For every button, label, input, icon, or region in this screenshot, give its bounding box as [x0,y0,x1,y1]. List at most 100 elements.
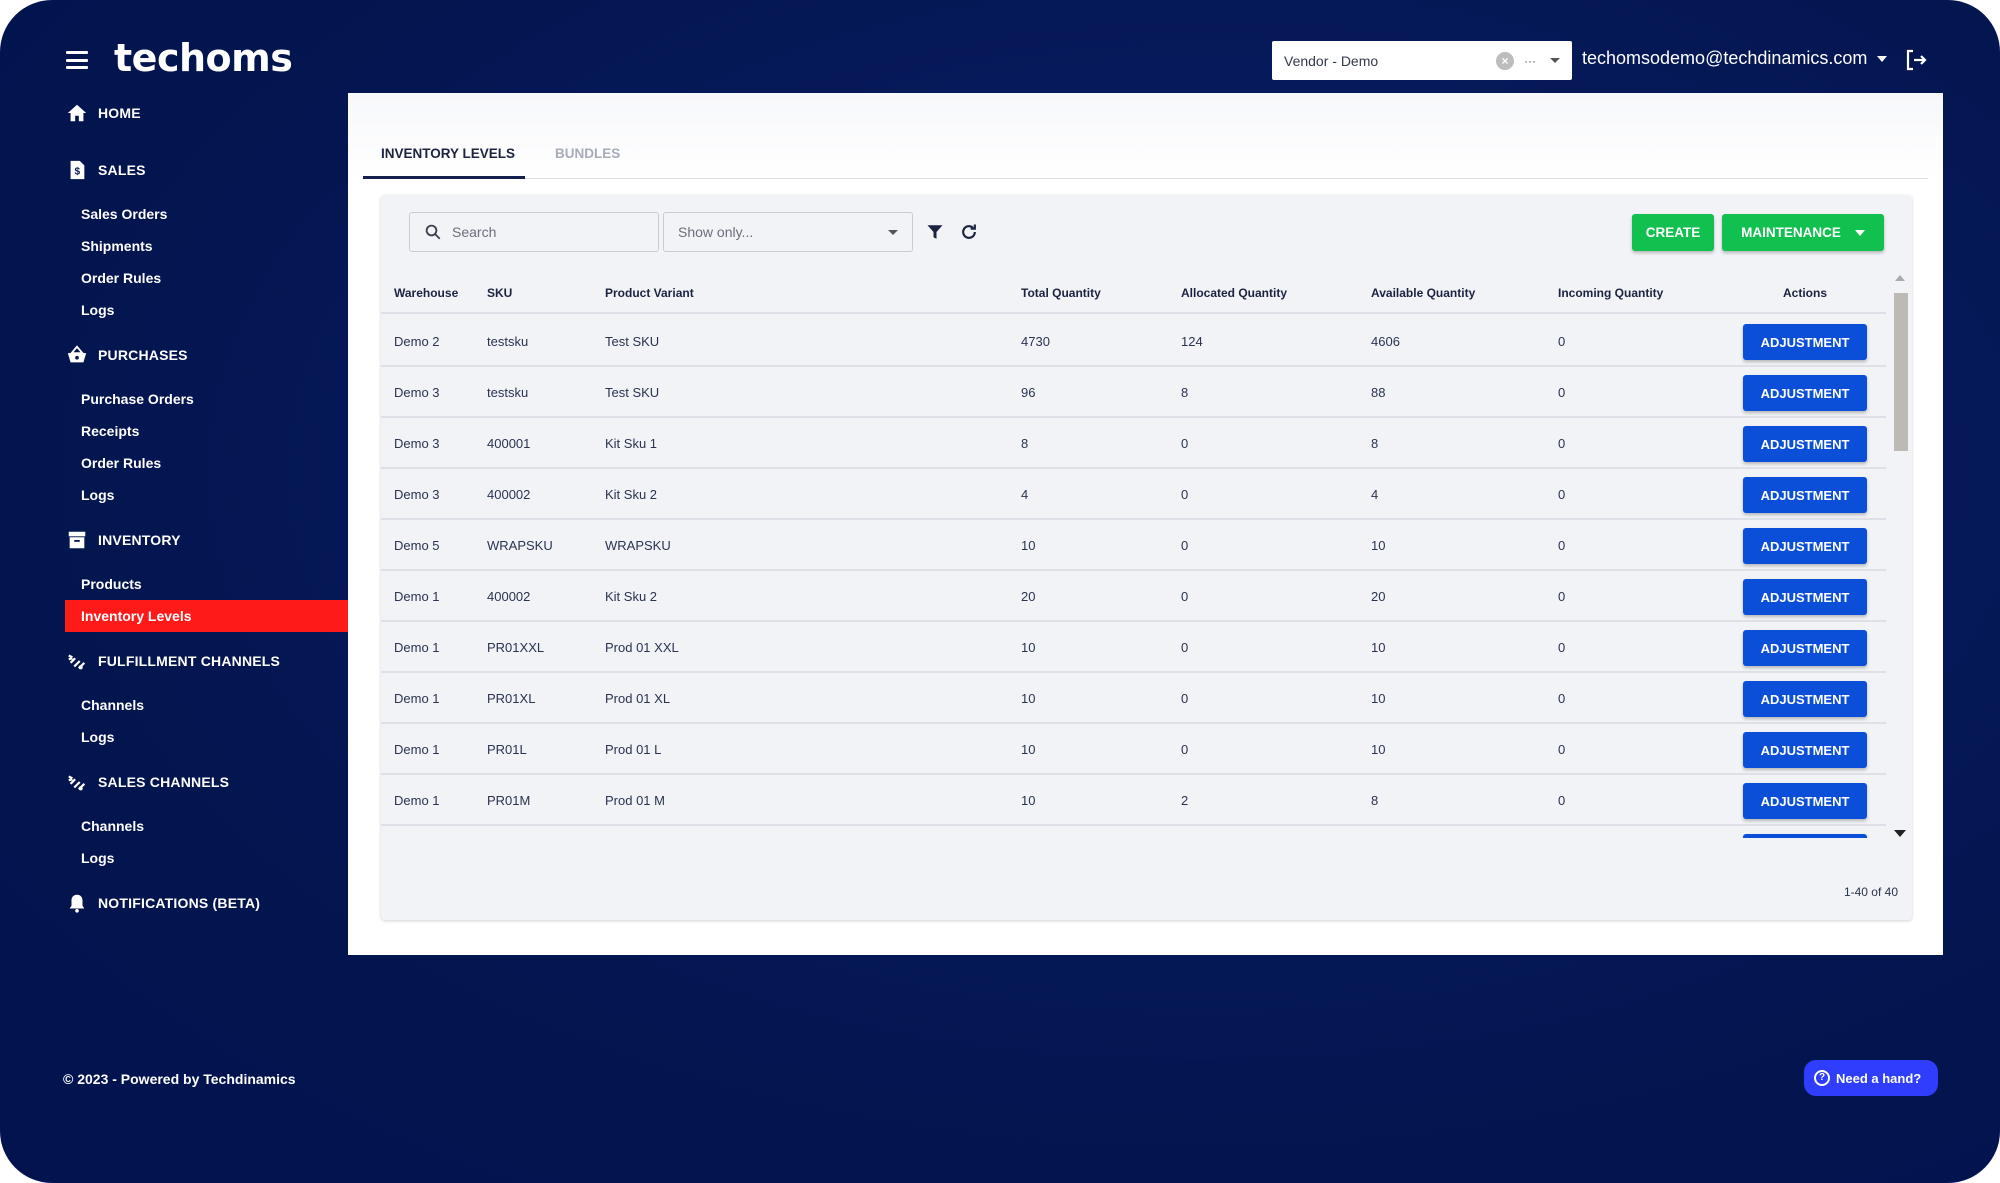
adjustment-button[interactable]: ADJUSTMENT [1743,681,1867,717]
sidebar-section-purchases[interactable]: PURCHASES [66,344,188,366]
adjustment-button[interactable]: ADJUSTMENT [1743,732,1867,768]
chevron-down-icon [1877,55,1888,62]
cell-total-quantity: 8 [1021,436,1029,451]
cell-available-quantity: 8 [1371,793,1379,808]
scroll-up-arrow-icon[interactable] [1895,275,1905,281]
sidebar-item-fulfillment-logs[interactable]: Logs [81,729,114,745]
adjustment-button[interactable]: ADJUSTMENT [1743,426,1867,462]
cell-product-variant: Prod 01 XL [605,691,671,706]
tab-bundles[interactable]: BUNDLES [555,146,620,161]
column-header-product-variant[interactable]: Product Variant [605,286,694,300]
table-header: Warehouse SKU Product Variant Total Quan… [381,270,1886,314]
dollar-document-icon: $ [70,160,85,180]
maintenance-button[interactable]: MAINTENANCE [1722,214,1884,251]
sidebar-item-purchase-orders[interactable]: Purchase Orders [81,391,194,407]
refresh-icon[interactable] [959,222,979,242]
adjustment-button[interactable]: ADJUSTMENT [1743,477,1867,513]
app-logo: techoms [114,36,293,80]
column-header-total-quantity[interactable]: Total Quantity [1021,286,1101,300]
sidebar-section-sales[interactable]: $ SALES [66,159,146,181]
sidebar-item-sales-channel-logs[interactable]: Logs [81,850,114,866]
cell-available-quantity: 10 [1371,742,1386,757]
search-input[interactable] [452,224,632,240]
create-button[interactable]: CREATE [1632,214,1714,251]
user-menu[interactable]: techomsodemo@techdinamics.com [1582,48,1888,69]
filter-icon[interactable] [926,223,944,241]
channels-icon [68,775,86,791]
sidebar-item-sales-orders[interactable]: Sales Orders [81,206,167,222]
table-row: Demo 1 PR01XXL Prod 01 XXL 10 0 10 0 ADJUSTMENT [381,622,1886,673]
column-header-sku[interactable]: SKU [487,286,512,300]
table-row: Demo 1 PR01XL Prod 01 XL 10 0 10 0 ADJUSTMENT [381,673,1886,724]
cell-allocated-quantity: 0 [1181,436,1189,451]
sidebar-item-label: Inventory Levels [81,608,192,624]
sidebar-item-products[interactable]: Products [81,576,142,592]
cell-product-variant: Prod 01 M [605,793,665,808]
cell-incoming-quantity: 0 [1558,589,1566,604]
adjustment-button[interactable]: ADJUSTMENT [1743,834,1867,838]
cell-allocated-quantity: 0 [1181,538,1189,553]
active-tab-indicator [363,176,525,179]
search-icon [425,224,441,240]
adjustment-button[interactable]: ADJUSTMENT [1743,630,1867,666]
hamburger-menu-icon[interactable] [66,51,88,69]
tab-inventory-levels[interactable]: INVENTORY LEVELS [381,146,515,161]
column-header-incoming-quantity[interactable]: Incoming Quantity [1558,286,1663,300]
cell-sku: WRAPSKU [487,538,553,553]
clear-circle-icon[interactable]: × [1496,51,1514,70]
sidebar-item-sales-channels[interactable]: Channels [81,818,144,834]
cell-sku: PR01M [487,793,531,808]
column-header-available-quantity[interactable]: Available Quantity [1371,286,1475,300]
table-row: Demo 1 PR01M Prod 01 M 10 2 8 0 ADJUSTMENT [381,775,1886,826]
cell-product-variant: Kit Sku 2 [605,589,658,604]
cell-warehouse: Demo 5 [394,538,440,553]
adjustment-button[interactable]: ADJUSTMENT [1743,783,1867,819]
column-header-allocated-quantity[interactable]: Allocated Quantity [1181,286,1287,300]
sidebar-item-purchase-order-rules[interactable]: Order Rules [81,455,161,471]
cell-available-quantity: 20 [1371,589,1386,604]
sidebar-item-purchase-logs[interactable]: Logs [81,487,114,503]
logout-icon[interactable] [1904,48,1928,72]
sidebar-item-fulfillment-channels[interactable]: Channels [81,697,144,713]
svg-text:$: $ [75,167,81,178]
cell-sku: PR01L [487,742,527,757]
search-field[interactable] [409,212,659,252]
adjustment-button[interactable]: ADJUSTMENT [1743,579,1867,615]
scrollbar-thumb[interactable] [1894,293,1908,451]
sidebar-section-notifications[interactable]: NOTIFICATIONS (BETA) [66,892,260,914]
basket-icon [67,345,87,363]
sidebar-section-inventory[interactable]: INVENTORY [66,529,181,551]
more-icon[interactable]: ··· [1524,54,1536,68]
sidebar-item-sales-logs[interactable]: Logs [81,302,114,318]
adjustment-button[interactable]: ADJUSTMENT [1743,375,1867,411]
cell-allocated-quantity: 8 [1181,385,1189,400]
cell-product-variant: Test SKU [605,334,660,349]
tab-bar: INVENTORY LEVELS BUNDLES [363,133,1928,179]
cell-warehouse: Demo 1 [394,589,440,604]
vendor-select[interactable]: Vendor - Demo × ··· [1272,41,1572,80]
sidebar-item-inventory-levels[interactable]: Inventory Levels [65,600,348,632]
table-scrollbar[interactable] [1891,275,1909,845]
need-help-button[interactable]: ? Need a hand? [1804,1060,1938,1096]
cell-total-quantity: 10 [1021,640,1036,655]
sidebar-item-sales-order-rules[interactable]: Order Rules [81,270,161,286]
cell-allocated-quantity: 0 [1181,691,1189,706]
column-header-warehouse[interactable]: Warehouse [394,286,458,300]
sidebar-section-home[interactable]: HOME [66,102,141,124]
adjustment-button[interactable]: ADJUSTMENT [1743,528,1867,564]
chevron-down-icon[interactable] [1550,58,1560,63]
sidebar-section-sales-channels[interactable]: SALES CHANNELS [66,771,229,793]
show-only-select[interactable]: Show only... [663,212,913,252]
cell-sku: testsku [487,334,529,349]
cell-allocated-quantity: 2 [1181,793,1189,808]
chevron-down-icon [1854,229,1865,236]
adjustment-button[interactable]: ADJUSTMENT [1743,324,1867,360]
sidebar-section-label: SALES CHANNELS [98,774,230,790]
cell-total-quantity: 4 [1021,487,1029,502]
sidebar-section-fulfillment-channels[interactable]: FULFILLMENT CHANNELS [66,650,280,672]
cell-warehouse: Demo 3 [394,436,440,451]
sidebar-item-shipments[interactable]: Shipments [81,238,153,254]
scroll-down-arrow-icon[interactable] [1894,830,1906,837]
sidebar-item-receipts[interactable]: Receipts [81,423,139,439]
cell-available-quantity: 4606 [1371,334,1400,349]
